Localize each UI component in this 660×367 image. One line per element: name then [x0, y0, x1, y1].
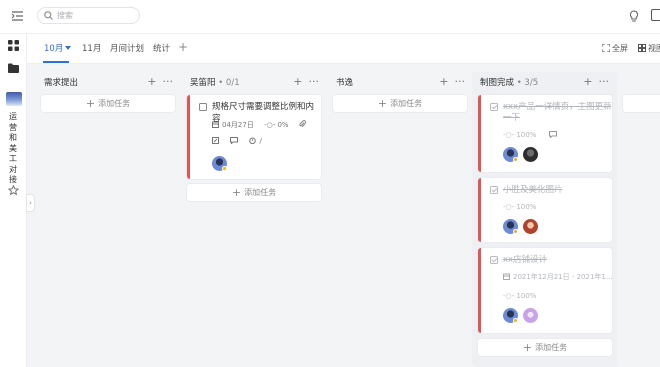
progress-icon: -○- [503, 292, 515, 300]
column-header: 吴笛阳 • 0/1 + ··· [186, 72, 323, 90]
task-progress: 0% [277, 121, 289, 129]
more-icon[interactable]: ··· [599, 75, 610, 88]
column-actions: + ··· [141, 76, 173, 88]
task-meta: -○- 100% [503, 203, 536, 212]
lightbulb-icon[interactable] [628, 10, 640, 23]
column-actions: + ··· [577, 76, 609, 88]
task-checkbox[interactable] [490, 186, 498, 194]
view-button[interactable]: 视图 [638, 44, 660, 54]
task-card[interactable]: xx店铺设计 2021年12月21日 - 2021年1... -○- 100% [478, 248, 613, 333]
tab-october[interactable]: 10月 [44, 43, 72, 55]
search-placeholder: 搜索 [57, 11, 73, 20]
left-sidebar: 运营和美工对接 [0, 34, 27, 367]
task-progress: 100% [516, 203, 537, 211]
task-checkbox[interactable] [490, 103, 498, 111]
task-date: 04月27日 [222, 121, 254, 129]
timer-icon[interactable] [249, 137, 257, 144]
more-icon[interactable]: ··· [309, 75, 320, 88]
task-title: xx店铺设计 [503, 255, 548, 265]
task-title: 小胜及美化图片 [503, 185, 563, 195]
task-checkbox[interactable] [199, 103, 207, 111]
tab-monthly-plan[interactable]: 月间计划 [110, 43, 144, 55]
progress-icon: -○- [503, 203, 515, 211]
add-tab-button[interactable]: + [178, 40, 188, 54]
task-actions: / [212, 137, 262, 146]
project-thumbnail[interactable] [6, 92, 22, 106]
add-task-button[interactable]: + 添加任务 [187, 184, 321, 201]
apps-grid-icon[interactable] [8, 40, 19, 51]
task-card[interactable]: 规格尺寸需要调整比例和内容 04月27日 -○- 0% / [187, 95, 321, 179]
add-task-button[interactable]: + 添加任务 [333, 95, 467, 112]
column-title: 吴笛阳 • 0/1 [190, 78, 240, 88]
tab-bar: 10月 11月 月间计划 统计 + 全屏 视图 [27, 34, 660, 64]
column-actions: + ··· [287, 76, 319, 88]
add-task-button-partial[interactable] [623, 95, 660, 112]
progress-icon: -○- [503, 131, 515, 139]
search-icon [44, 11, 53, 20]
tab-statistics[interactable]: 统计 [153, 43, 170, 55]
add-icon[interactable]: + [293, 75, 302, 88]
tab-label: 10月 [44, 44, 64, 54]
search-input[interactable]: 搜索 [37, 7, 140, 24]
calendar-icon [212, 121, 219, 128]
menu-toggle-icon[interactable] [12, 11, 23, 21]
avatar[interactable] [523, 147, 538, 162]
more-icon[interactable]: ··· [163, 75, 174, 88]
add-task-button[interactable]: + 添加任务 [478, 339, 612, 356]
chevron-down-icon [65, 46, 72, 50]
comment-icon[interactable] [230, 137, 239, 144]
progress-icon: -○- [264, 121, 276, 129]
column-header: 制图完成 • 3/5 + ··· [476, 72, 613, 90]
task-timer: / [259, 137, 262, 145]
task-progress: 100% [516, 292, 537, 300]
task-date: 2021年12月21日 - 2021年1... [513, 273, 613, 281]
task-card[interactable]: 小胜及美化图片 -○- 100% [478, 178, 612, 242]
edit-icon[interactable] [212, 137, 219, 144]
add-task-button[interactable]: + 添加任务 [41, 95, 175, 112]
task-progress: 100% [516, 131, 537, 139]
avatar[interactable] [523, 308, 538, 323]
fullscreen-button[interactable]: 全屏 [602, 44, 628, 54]
fullscreen-icon [602, 44, 610, 52]
column-title: 制图完成 • 3/5 [480, 78, 539, 88]
calendar-icon [503, 273, 510, 280]
tab-november[interactable]: 11月 [82, 43, 101, 55]
attachment-icon[interactable] [299, 120, 306, 128]
status-badge [513, 318, 518, 323]
view-label: 视图 [648, 44, 660, 53]
view-grid-icon [638, 44, 646, 52]
column-title: 需求提出 [44, 78, 79, 88]
sidebar-collapse-toggle[interactable]: › [26, 194, 35, 212]
avatar[interactable] [523, 219, 538, 234]
column-header: 需求提出 + ··· [40, 72, 177, 90]
folder-icon[interactable] [8, 63, 19, 73]
comment-icon[interactable] [548, 131, 557, 138]
top-bar: 搜索 [0, 0, 660, 34]
status-badge [513, 229, 518, 234]
task-meta: -○- 100% [503, 131, 560, 140]
column-actions: + ··· [433, 76, 465, 88]
active-tab-indicator [43, 61, 69, 63]
status-badge [222, 166, 227, 171]
column-title: 书逸 [336, 78, 354, 88]
task-title-line2: 一下 [503, 113, 521, 123]
window-icon[interactable] [651, 9, 660, 21]
task-meta: 04月27日 -○- 0% [212, 120, 309, 130]
status-badge [513, 157, 518, 162]
fullscreen-label: 全屏 [612, 44, 628, 53]
add-icon[interactable]: + [439, 75, 448, 88]
task-card[interactable]: xxx产品一详情页，主图更新 一下 -○- 100% [478, 95, 612, 172]
task-meta: 2021年12月21日 - 2021年1... [503, 273, 613, 282]
task-meta-progress: -○- 100% [503, 292, 536, 301]
task-checkbox[interactable] [490, 256, 498, 264]
more-icon[interactable]: ··· [455, 75, 466, 88]
star-icon[interactable] [8, 185, 19, 196]
column-header: 书逸 + ··· [332, 72, 469, 90]
add-icon[interactable]: + [583, 75, 592, 88]
project-name[interactable]: 运营和美工对接 [9, 112, 19, 186]
add-icon[interactable]: + [147, 75, 156, 88]
